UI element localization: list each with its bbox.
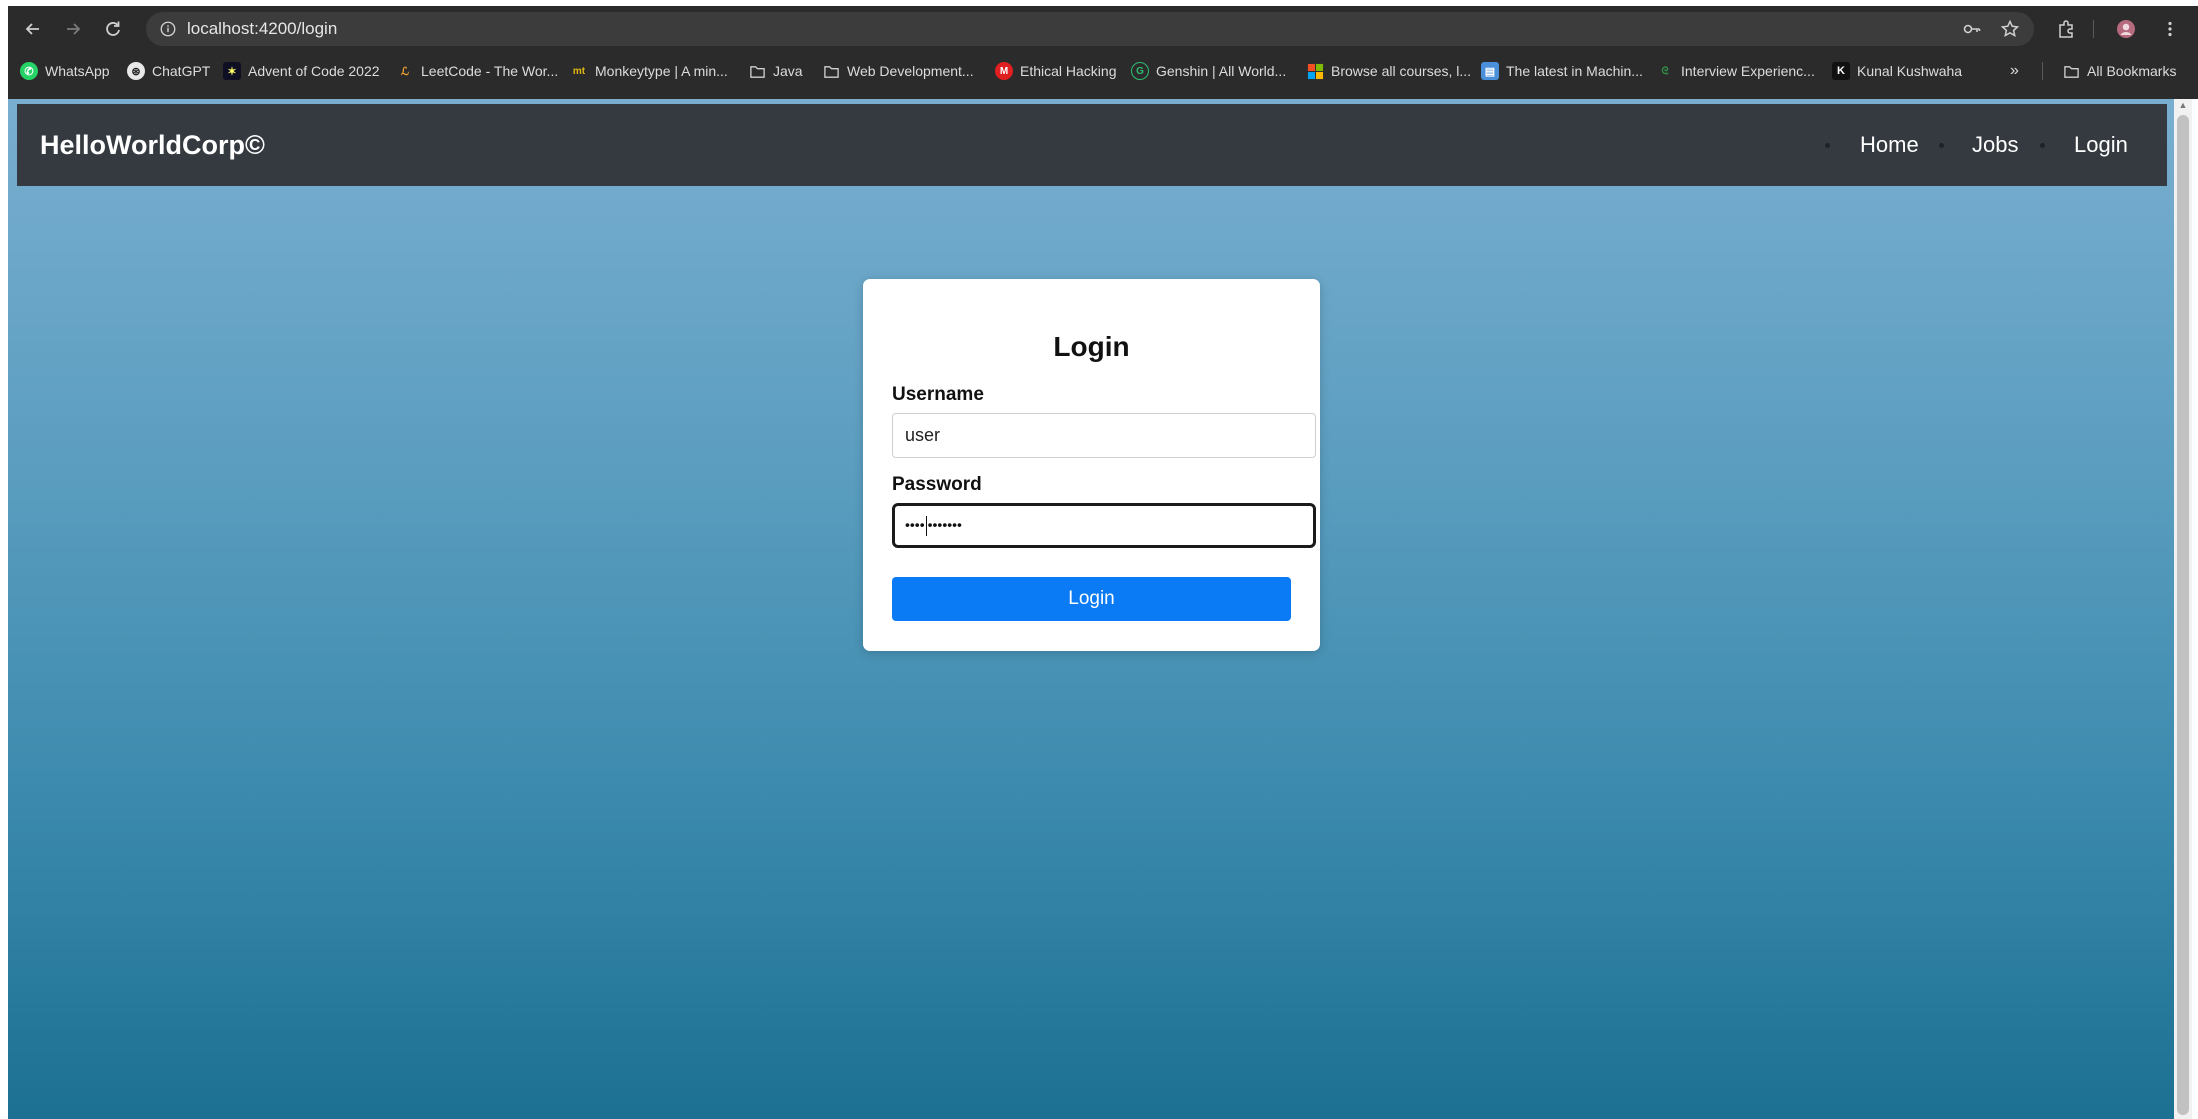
- leetcode-icon: ℒ: [401, 65, 409, 78]
- password-mask-before-caret: ••••: [905, 516, 925, 533]
- hacking-icon: M: [995, 62, 1013, 80]
- all-bookmarks-button[interactable]: All Bookmarks: [2062, 56, 2176, 86]
- login-card: Login Username user Password •••• •••••••…: [863, 279, 1320, 651]
- bookmark-label: Interview Experienc...: [1681, 63, 1815, 79]
- bookmark-interview-experience[interactable]: ᘓ Interview Experienc...: [1656, 56, 1815, 86]
- app-navbar: HelloWorldCorp© Home Jobs Login: [17, 104, 2167, 186]
- folder-icon: [2062, 62, 2080, 80]
- nav-link-home[interactable]: Home: [1860, 104, 1919, 186]
- reload-icon: [106, 21, 120, 36]
- brand-logo[interactable]: HelloWorldCorp©: [40, 104, 265, 186]
- nav-bullet: [2040, 143, 2045, 148]
- bookmark-label: Kunal Kushwaha: [1857, 63, 1963, 79]
- genshin-icon: G: [1131, 62, 1149, 80]
- extensions-icon[interactable]: [2051, 14, 2081, 44]
- nav-bullet: [1825, 143, 1830, 148]
- star-icon: ✶: [223, 62, 241, 80]
- bookmark-chatgpt[interactable]: ⊛ ChatGPT: [127, 56, 210, 86]
- bookmark-browse-courses[interactable]: Browse all courses, l...: [1306, 56, 1471, 86]
- bookmark-star-icon[interactable]: [1995, 14, 2025, 44]
- folder-icon: [822, 62, 840, 80]
- nav-link-login[interactable]: Login: [2074, 104, 2128, 186]
- bookmark-ethical-hacking[interactable]: M Ethical Hacking: [995, 56, 1117, 86]
- window-border: [2192, 99, 2198, 1119]
- password-input[interactable]: •••• •••••••: [892, 503, 1316, 548]
- folder-icon: [748, 62, 766, 80]
- reload-button[interactable]: [98, 14, 128, 44]
- username-label: Username: [892, 384, 984, 405]
- papers-icon: ▤: [1481, 62, 1499, 80]
- bookmark-label: WhatsApp: [45, 63, 110, 79]
- window-border: [0, 0, 8, 1119]
- bookmark-folder-java[interactable]: Java: [748, 56, 803, 86]
- bookmark-label: LeetCode - The Wor...: [421, 63, 559, 79]
- chevron-double-right-icon: »: [2010, 62, 2019, 79]
- username-input[interactable]: user: [892, 413, 1316, 458]
- bookmark-advent-of-code[interactable]: ✶ Advent of Code 2022: [223, 56, 380, 86]
- bookmark-label: Monkeytype | A min...: [595, 63, 728, 79]
- url-text[interactable]: localhost:4200/login: [187, 19, 337, 39]
- bookmarks-divider: [2042, 62, 2043, 80]
- bookmark-label: All Bookmarks: [2087, 63, 2177, 79]
- bookmark-label: Genshin | All World...: [1156, 63, 1287, 79]
- microsoft-icon: [1306, 62, 1324, 80]
- back-button[interactable]: [18, 14, 48, 44]
- nav-link-jobs[interactable]: Jobs: [1972, 104, 2018, 186]
- bookmark-label: Java: [773, 63, 803, 79]
- window-border: [0, 0, 2198, 6]
- scroll-up-arrow-icon[interactable]: ▲: [2176, 100, 2190, 112]
- password-label: Password: [892, 474, 982, 495]
- bookmarks-bar: ✆ WhatsApp ⊛ ChatGPT ✶ Advent of Code 20…: [0, 56, 2198, 86]
- scrollbar-thumb[interactable]: [2177, 115, 2189, 1115]
- forward-button[interactable]: [58, 14, 88, 44]
- monkeytype-icon: mt: [572, 65, 586, 77]
- password-masked-value: •••• •••••••: [905, 515, 962, 536]
- bookmark-monkeytype[interactable]: mt Monkeytype | A min...: [570, 56, 728, 86]
- bookmark-label: Advent of Code 2022: [248, 63, 380, 79]
- bookmark-leetcode[interactable]: ℒ LeetCode - The Wor...: [396, 56, 558, 86]
- text-caret: [925, 515, 927, 536]
- profile-avatar-icon[interactable]: [2111, 14, 2141, 44]
- bookmark-label: The latest in Machin...: [1506, 63, 1643, 79]
- bookmark-whatsapp[interactable]: ✆ WhatsApp: [20, 56, 110, 86]
- browser-menu-icon[interactable]: [2155, 14, 2185, 44]
- bookmark-folder-web-development[interactable]: Web Development...: [822, 56, 974, 86]
- password-key-icon[interactable]: [1957, 14, 1987, 44]
- bookmark-label: Ethical Hacking: [1020, 63, 1117, 79]
- more-bookmarks-button[interactable]: »: [2010, 56, 2019, 86]
- site-info-icon[interactable]: [156, 17, 180, 41]
- toolbar-divider: [2093, 20, 2094, 38]
- bookmark-label: Web Development...: [847, 63, 974, 79]
- chatgpt-icon: ⊛: [127, 62, 145, 80]
- bookmark-genshin[interactable]: G Genshin | All World...: [1131, 56, 1286, 86]
- whatsapp-icon: ✆: [20, 62, 38, 80]
- address-bar[interactable]: [146, 12, 2034, 46]
- bookmark-machine-learning[interactable]: ▤ The latest in Machin...: [1481, 56, 1643, 86]
- gfg-icon: ᘓ: [1661, 65, 1669, 77]
- back-arrow-icon: [25, 23, 39, 35]
- bookmark-label: ChatGPT: [152, 63, 211, 79]
- password-mask-after-caret: •••••••: [927, 516, 962, 533]
- login-submit-button[interactable]: Login: [892, 577, 1291, 621]
- forward-arrow-icon: [67, 23, 81, 35]
- bookmark-label: Browse all courses, l...: [1331, 63, 1472, 79]
- nav-bullet: [1939, 143, 1944, 148]
- k-icon: K: [1832, 62, 1850, 80]
- login-title: Login: [1053, 331, 1130, 362]
- bookmark-kunal-kushwaha[interactable]: K Kunal Kushwaha: [1832, 56, 1962, 86]
- username-value: user: [905, 425, 941, 445]
